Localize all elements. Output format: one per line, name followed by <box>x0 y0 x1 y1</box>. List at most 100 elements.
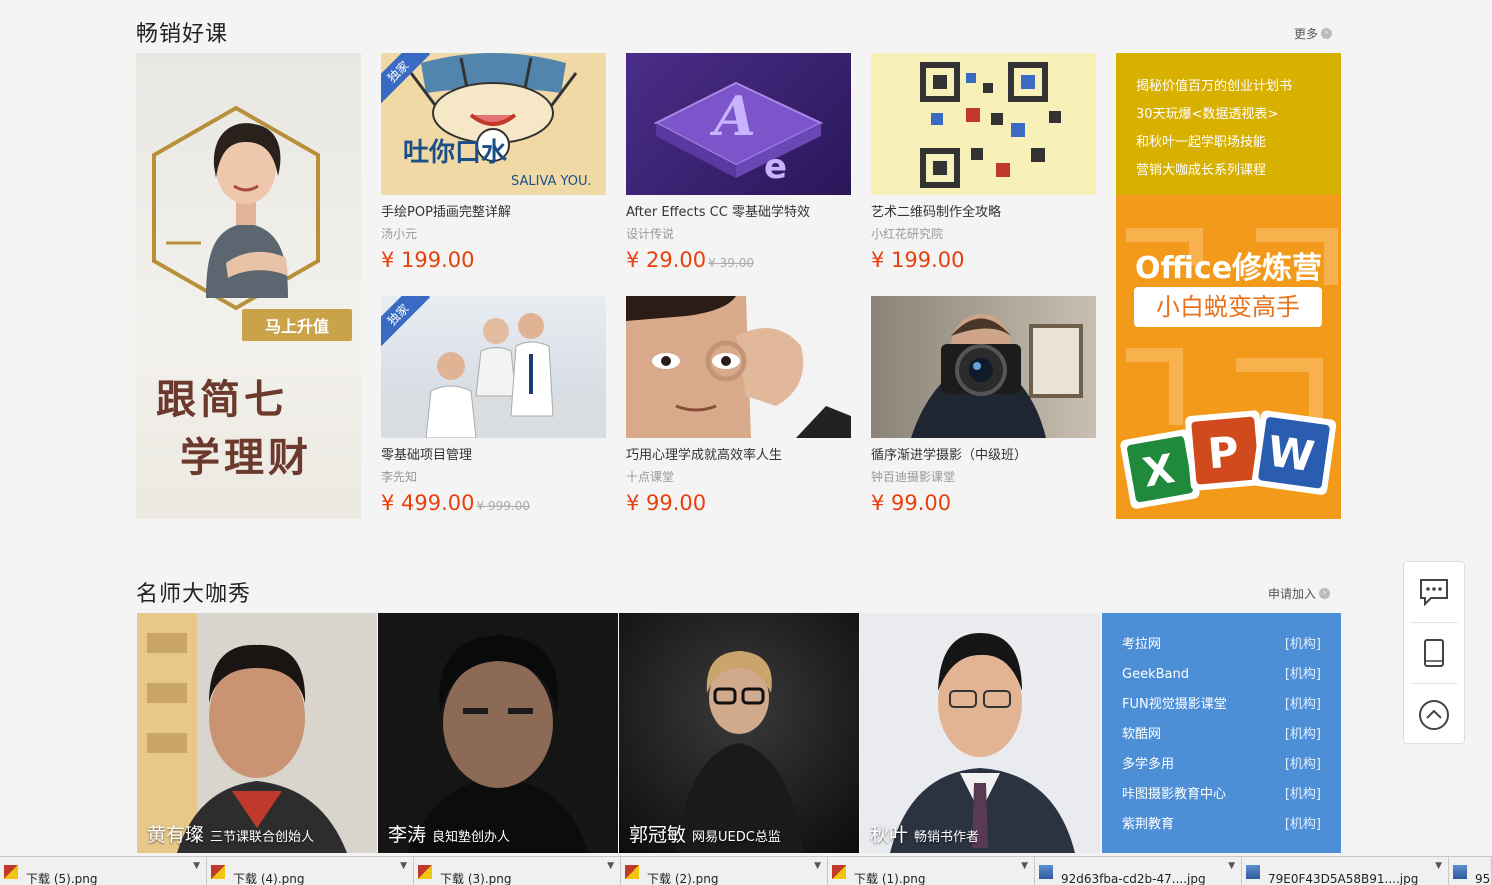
chevron-down-icon[interactable]: ▼ <box>400 861 407 871</box>
download-item[interactable]: 79E0F43D5A58B91....jpg ▼ <box>1242 857 1449 885</box>
course-thumbnail <box>871 296 1096 438</box>
promo-link[interactable]: 揭秘价值百万的创业计划书 <box>1136 77 1341 105</box>
download-filename: 下载 (2).png <box>647 872 719 885</box>
price-now: ¥ 99.00 <box>871 491 952 515</box>
course-org[interactable]: 设计传说 <box>626 225 851 242</box>
teacher-caption: 郭冠敏 网易UEDC总监 <box>629 820 781 847</box>
download-item[interactable]: 下载 (4).png ▼ <box>207 857 414 885</box>
pop-big-text: 吐你口水 <box>403 138 508 168</box>
photographer-camera-image <box>911 314 1083 438</box>
teacher-portrait-image <box>890 633 1075 853</box>
teacher-name: 郭冠敏 <box>629 824 687 846</box>
course-card-psychology[interactable]: 巧用心理学成就高效率人生 十点课堂 ¥ 99.00 <box>626 296 851 521</box>
teachers-join-link[interactable]: 申请加入 › <box>1268 585 1331 602</box>
download-item[interactable]: 下载 (2).png ▼ <box>621 857 828 885</box>
course-org[interactable]: 小红花研究院 <box>871 225 1096 242</box>
course-price: ¥ 99.00 <box>871 491 1096 515</box>
course-org[interactable]: 汤小元 <box>381 225 606 242</box>
feedback-button[interactable] <box>1410 562 1458 623</box>
jpg-file-icon <box>1453 864 1467 879</box>
course-org[interactable]: 李先知 <box>381 468 606 485</box>
course-card-project-management[interactable]: 独家 零基础项目管理 李先知 ¥ 499.00 ¥ 999.00 <box>381 296 606 521</box>
teacher-caption: 黄有璨 三节课联合创始人 <box>147 820 314 847</box>
course-card-qrcode-art[interactable]: 艺术二维码制作全攻略 小红花研究院 ¥ 199.00 <box>871 53 1096 278</box>
institution-row[interactable]: 多学多用 [机构] <box>1122 753 1321 783</box>
office-team-image <box>381 313 606 438</box>
institution-row[interactable]: FUN视觉摄影课堂 [机构] <box>1122 693 1321 723</box>
bestsellers-more-link[interactable]: 更多 › <box>1294 25 1333 42</box>
mobile-app-button[interactable] <box>1410 623 1458 684</box>
download-item[interactable]: 95 <box>1449 857 1492 885</box>
promo-link[interactable]: 营销大咖成长系列课程 <box>1136 161 1341 189</box>
teacher-card[interactable]: 黄有璨 三节课联合创始人 <box>137 613 377 853</box>
chevron-down-icon[interactable]: ▼ <box>1435 861 1442 871</box>
price-old: ¥ 999.00 <box>476 499 530 513</box>
course-org[interactable]: 钟百迪摄影课堂 <box>871 468 1096 485</box>
course-card-after-effects[interactable]: A e After Effects CC 零基础学特效 设计传说 ¥ 29.00… <box>626 53 851 278</box>
chevron-down-icon[interactable]: ▼ <box>1228 861 1235 871</box>
jpg-file-icon <box>1246 864 1260 879</box>
promo-link[interactable]: 和秋叶一起学职场技能 <box>1136 133 1341 161</box>
course-price: ¥ 99.00 <box>626 491 851 515</box>
download-item[interactable]: 下载 (1).png ▼ <box>828 857 1035 885</box>
promo-title: 跟简七 学理财 <box>156 371 336 487</box>
course-name[interactable]: 零基础项目管理 <box>381 444 606 463</box>
png-file-icon <box>211 864 225 879</box>
course-name[interactable]: 手绘POP插画完整详解 <box>381 201 606 220</box>
promo-link[interactable]: 30天玩爆<数据透视表> <box>1136 105 1341 133</box>
teacher-role: 三节课联合创始人 <box>210 830 315 845</box>
institution-tag: [机构] <box>1284 817 1321 832</box>
promo-right: 揭秘价值百万的创业计划书 30天玩爆<数据透视表> 和秋叶一起学职场技能 营销大… <box>1116 53 1341 519</box>
teacher-card[interactable]: 郭冠敏 网易UEDC总监 <box>619 613 859 853</box>
teachers-title: 名师大咖秀 <box>136 582 252 607</box>
institution-panel: 考拉网 [机构] GeekBand [机构] FUN视觉摄影课堂 [机构] 软酷网 [机… <box>1102 613 1341 853</box>
jpg-file-icon <box>1039 864 1053 879</box>
course-thumbnail: 独家 <box>381 296 606 438</box>
institution-tag: [机构] <box>1284 727 1321 742</box>
course-name[interactable]: 艺术二维码制作全攻略 <box>871 201 1096 220</box>
side-toolbar <box>1403 561 1465 744</box>
more-label: 更多 <box>1294 27 1319 41</box>
institution-row[interactable]: 考拉网 [机构] <box>1122 633 1321 663</box>
teacher-card[interactable]: 李涛 良知塾创办人 <box>378 613 618 853</box>
chevron-down-icon[interactable]: ▼ <box>814 861 821 871</box>
office-promo-banner[interactable]: Office修炼营 小白蜕变高手 X P W <box>1116 195 1341 519</box>
join-label: 申请加入 <box>1268 587 1317 601</box>
institution-row[interactable]: 软酷网 [机构] <box>1122 723 1321 753</box>
chevron-right-icon: › <box>1319 588 1331 599</box>
price-old: ¥ 39.00 <box>708 256 754 270</box>
pop-illustration-image: 吐你口水 SALIVA YOU. <box>403 53 592 189</box>
teacher-name: 李涛 <box>388 824 427 846</box>
download-filename: 下载 (1).png <box>854 872 926 885</box>
teacher-portrait-image <box>137 613 347 853</box>
course-org[interactable]: 十点课堂 <box>626 468 851 485</box>
download-item[interactable]: 下载 (3).png ▼ <box>414 857 621 885</box>
course-card-pop-illustration[interactable]: 吐你口水 SALIVA YOU. 独家 手绘POP插画完整详解 汤小元 ¥ 19… <box>381 53 606 278</box>
course-name[interactable]: 巧用心理学成就高效率人生 <box>626 444 851 463</box>
institution-tag: [机构] <box>1284 667 1321 682</box>
back-to-top-button[interactable] <box>1410 684 1458 745</box>
institution-row[interactable]: 紫荆教育 [机构] <box>1122 813 1321 843</box>
course-card-photography[interactable]: 循序渐进学摄影（中级班） 钟百迪摄影课堂 ¥ 99.00 <box>871 296 1096 521</box>
promo-title-line2: 学理财 <box>180 434 312 481</box>
institution-name: 咔图摄影教育中心 <box>1122 787 1227 802</box>
course-name[interactable]: 循序渐进学摄影（中级班） <box>871 444 1096 463</box>
institution-row[interactable]: 咔图摄影教育中心 [机构] <box>1122 783 1321 813</box>
svg-text:W: W <box>1265 426 1318 481</box>
download-item[interactable]: 下载 (5).png ▼ <box>0 857 207 885</box>
bestsellers-title: 畅销好课 <box>136 22 229 47</box>
course-name[interactable]: After Effects CC 零基础学特效 <box>626 201 851 220</box>
chevron-down-icon[interactable]: ▼ <box>193 861 200 871</box>
png-file-icon <box>625 864 639 879</box>
chevron-down-icon[interactable]: ▼ <box>607 861 614 871</box>
institution-row[interactable]: GeekBand [机构] <box>1122 663 1321 693</box>
chevron-down-icon[interactable]: ▼ <box>1021 861 1028 871</box>
png-file-icon <box>4 864 18 879</box>
download-item[interactable]: 92d63fba-cd2b-47....jpg ▼ <box>1035 857 1242 885</box>
price-now: ¥ 99.00 <box>626 491 707 515</box>
teacher-caption: 秋叶 畅销书作者 <box>870 820 979 847</box>
promo-banner-finance[interactable]: 马上升值 跟简七 学理财 <box>136 53 361 519</box>
teacher-card[interactable]: 秋叶 畅销书作者 <box>860 613 1100 853</box>
course-price: ¥ 499.00 ¥ 999.00 <box>381 491 606 515</box>
office-subtitle: 小白蜕变高手 <box>1134 287 1322 327</box>
